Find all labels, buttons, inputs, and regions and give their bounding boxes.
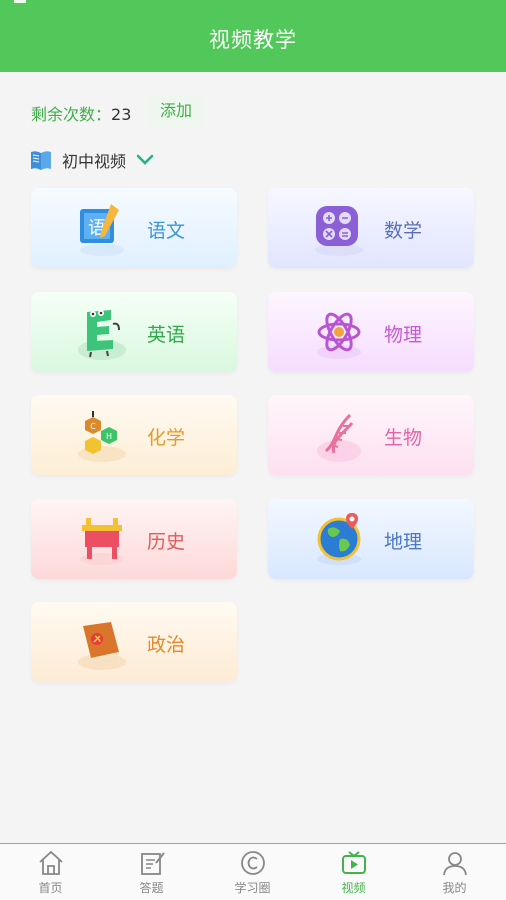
atom-icon [317,312,361,359]
subject-card-history[interactable]: 历史 [31,499,237,579]
tab-video[interactable]: 视频 [303,844,404,900]
globe-icon [317,513,361,565]
svg-text:H: H [106,432,112,441]
ancient-vessel-icon [80,518,124,565]
chinese-book-icon: 语 [80,204,124,256]
tab-label: 视频 [341,881,366,895]
subject-card-biology[interactable]: 生物 [268,395,474,475]
molecule-icon: C H [78,411,126,462]
video-play-icon [342,851,366,874]
english-letter-icon [78,310,126,360]
subject-name: 英语 [147,324,186,346]
subject-name: 物理 [384,324,423,346]
quiz-edit-icon [141,852,165,875]
app-header: 视频教学 [0,0,506,72]
home-icon [39,850,63,875]
tab-label: 我的 [442,881,467,895]
tab-mine[interactable]: 我的 [404,844,505,900]
remaining-label: 剩余次数： [31,105,112,124]
bottom-tab-bar: 首页 答题 学习圈 视频 我的 [0,843,506,900]
subject-card-politics[interactable]: 政治 [31,602,237,682]
subject-card-math[interactable]: 数学 [268,188,474,268]
svg-text:C: C [90,422,96,431]
subject-name: 政治 [147,634,186,656]
subject-card-physics[interactable]: 物理 [268,292,474,372]
user-icon [443,852,467,876]
politics-book-icon [78,622,126,670]
subject-card-chemistry[interactable]: C H 化学 [31,395,237,475]
dna-icon [317,413,361,462]
subject-card-english[interactable]: 英语 [31,292,237,372]
subject-name: 化学 [147,427,186,449]
tab-label: 首页 [38,881,63,895]
subject-name: 地理 [384,531,423,553]
add-button[interactable]: 添加 [146,95,206,127]
tab-quiz[interactable]: 答题 [101,844,202,900]
status-indicator [14,0,26,3]
level-label: 初中视频 [62,152,127,171]
book-icon [31,151,51,170]
tab-label: 答题 [139,881,164,895]
remaining-value: 23 [111,105,132,124]
tab-home[interactable]: 首页 [0,844,101,900]
subject-card-geography[interactable]: 地理 [268,499,474,579]
subject-name: 生物 [384,427,423,449]
calculator-icon [315,206,363,256]
tab-study-circle[interactable]: 学习圈 [202,844,303,900]
level-selector[interactable]: 初中视频 [30,146,154,174]
copyright-circle-icon [241,851,265,875]
tab-label: 学习圈 [234,881,271,895]
subject-name: 语文 [147,220,186,242]
subject-name: 历史 [147,531,186,553]
page-title: 视频教学 [209,28,297,52]
chevron-down-icon [136,154,154,165]
subject-card-chinese[interactable]: 语 语文 [31,188,237,268]
subject-name: 数学 [384,220,423,242]
remaining-count: 剩余次数：23 [31,101,131,125]
